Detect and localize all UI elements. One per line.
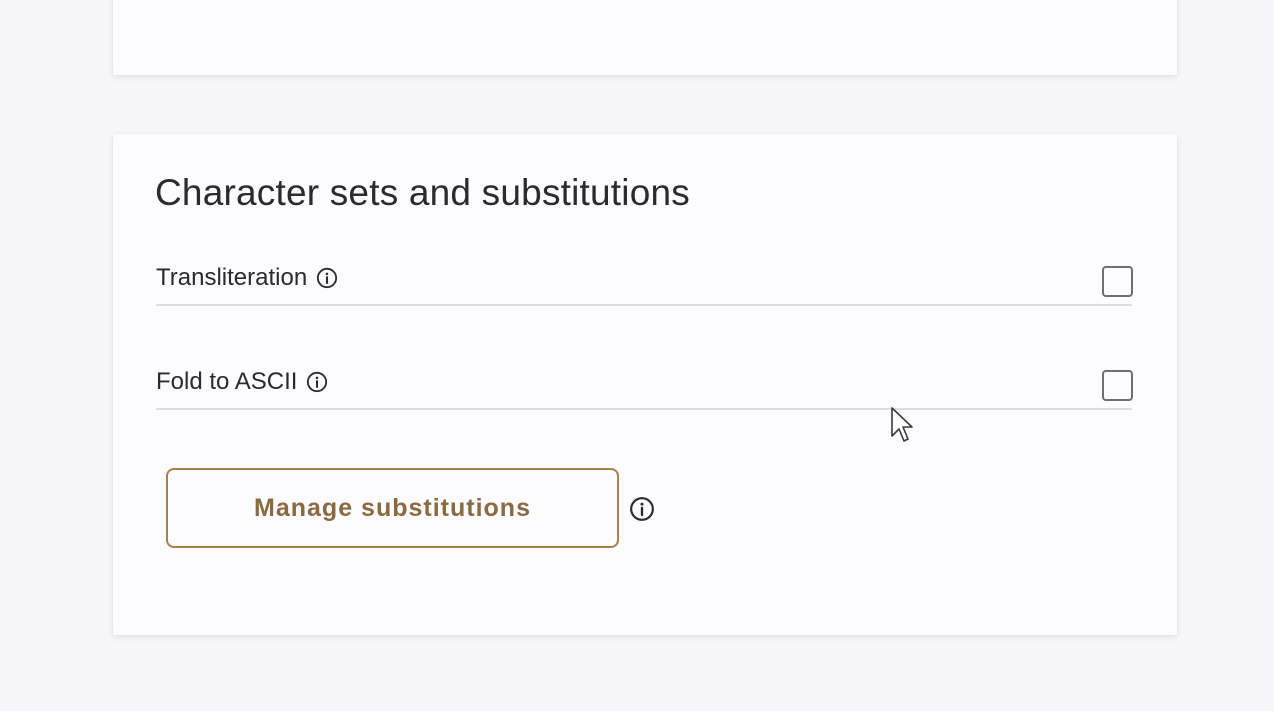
manage-substitutions-button[interactable]: Manage substitutions bbox=[166, 468, 619, 548]
info-icon[interactable] bbox=[629, 496, 655, 522]
info-icon[interactable] bbox=[306, 371, 328, 393]
previous-card bbox=[113, 0, 1177, 75]
section-title: Character sets and substitutions bbox=[155, 172, 690, 213]
fold-to-ascii-label: Fold to ASCII bbox=[156, 368, 298, 395]
transliteration-checkbox[interactable] bbox=[1102, 266, 1133, 297]
character-sets-card: Character sets and substitutions Transli… bbox=[113, 134, 1177, 635]
transliteration-label: Transliteration bbox=[156, 264, 308, 291]
fold-to-ascii-label-group: Fold to ASCII bbox=[156, 368, 328, 396]
option-row-transliteration: Transliteration bbox=[156, 252, 1133, 306]
fold-to-ascii-checkbox[interactable] bbox=[1102, 370, 1133, 401]
transliteration-label-group: Transliteration bbox=[156, 264, 338, 292]
info-icon[interactable] bbox=[316, 267, 338, 289]
option-row-fold-to-ascii: Fold to ASCII bbox=[156, 356, 1133, 410]
